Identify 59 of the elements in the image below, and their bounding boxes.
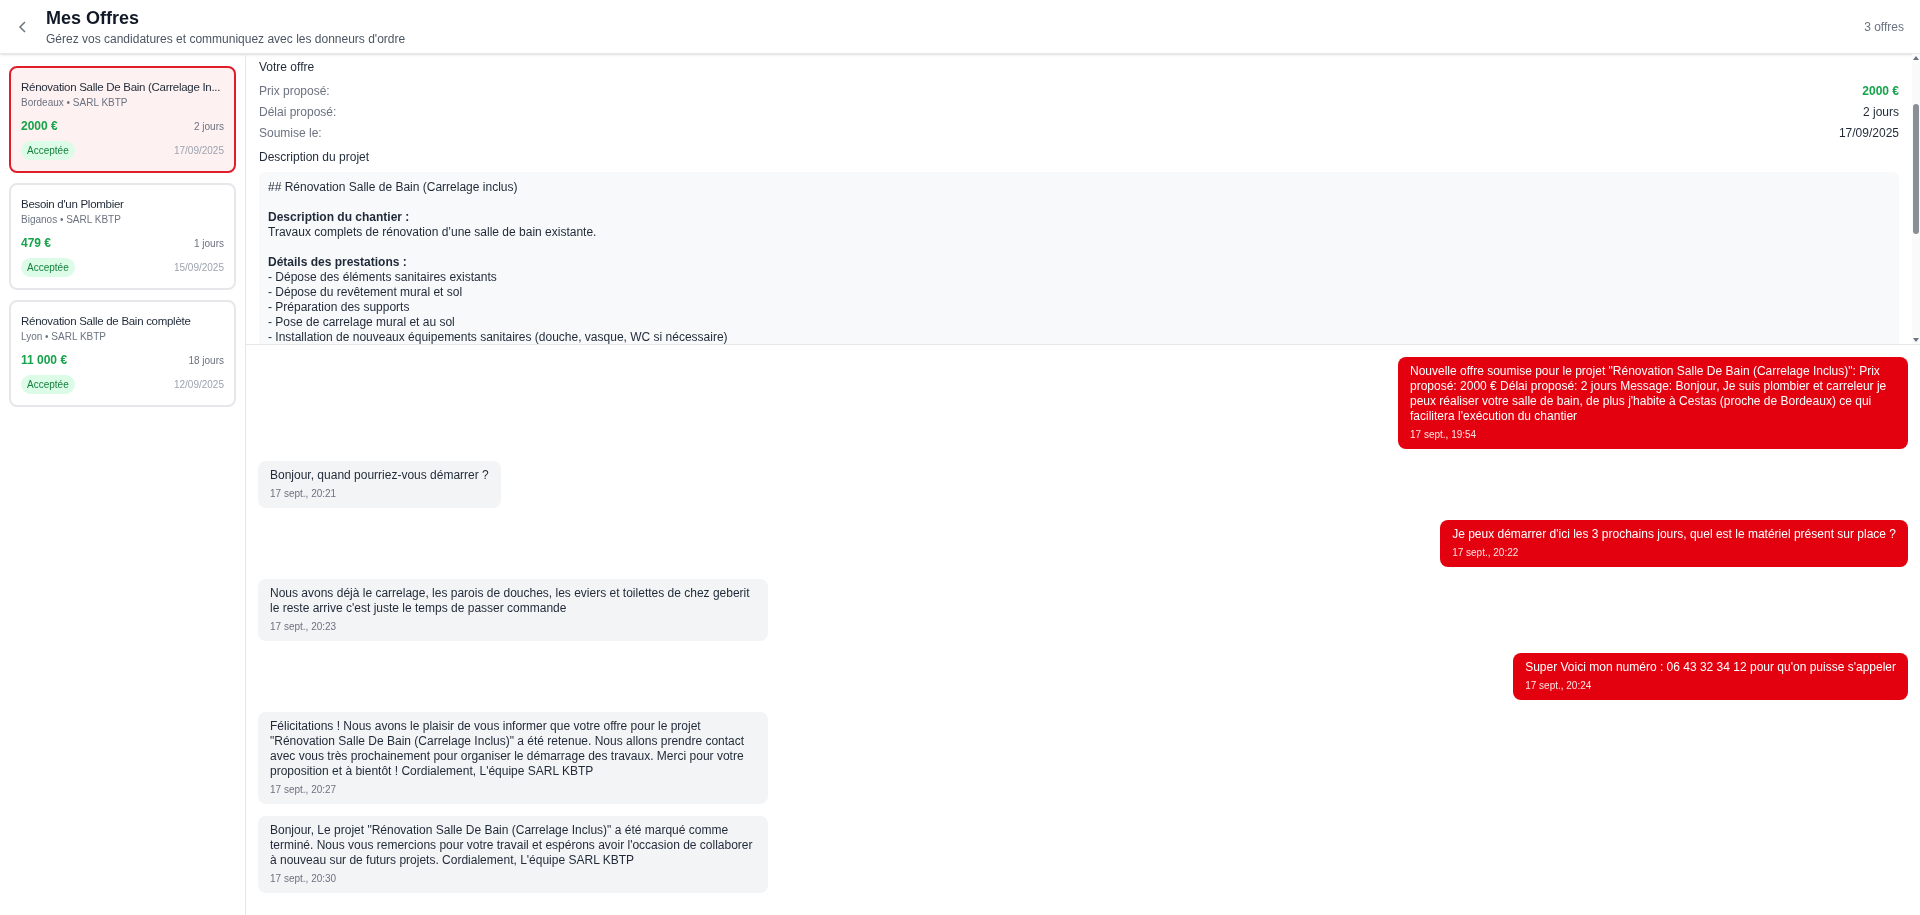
description-line: - Dépose des éléments sanitaires existants bbox=[268, 270, 498, 285]
offer-price: 11 000 € bbox=[21, 352, 68, 369]
status-badge: Acceptée bbox=[21, 258, 75, 277]
message-time: 17 sept., 20:22 bbox=[1452, 546, 1520, 560]
offer-card[interactable]: Rénovation Salle De Bain (Carrelage In... Bordeaux • SARL KBTP 2000 € 2 jours Acceptée 17/09/2025 bbox=[9, 66, 236, 173]
description-line: Description du chantier : bbox=[268, 210, 411, 225]
field-label: Soumise le: bbox=[259, 125, 322, 142]
field-label: Délai proposé: bbox=[259, 104, 337, 121]
field-label: Prix proposé: bbox=[259, 83, 330, 100]
page-title: Mes Offres bbox=[46, 6, 141, 30]
offer-card[interactable]: Rénovation Salle de Bain complète Lyon • SARL KBTP 11 000 € 18 jours Acceptée 12/09/2025 bbox=[9, 300, 236, 407]
scrollbar[interactable] bbox=[1912, 54, 1920, 344]
description-line: Travaux complets de rénovation d’une salle de bain existante. bbox=[268, 225, 598, 240]
offer-title: Rénovation Salle de Bain complète bbox=[21, 314, 192, 329]
offer-duration: 1 jours bbox=[194, 236, 224, 251]
message-time: 17 sept., 19:54 bbox=[1410, 428, 1478, 442]
offer-price: 479 € bbox=[21, 235, 52, 252]
description-line: Détails des prestations : bbox=[268, 255, 408, 270]
message-time: 17 sept., 20:24 bbox=[1525, 679, 1593, 693]
status-badge: Acceptée bbox=[21, 375, 75, 394]
offer-meta: Lyon • SARL KBTP bbox=[21, 330, 108, 344]
description-line: - Installation de nouveaux équipements sanitaires (douche, vasque, WC si nécessaire) bbox=[268, 330, 729, 344]
offer-price: 2000 € bbox=[21, 118, 58, 135]
message-time: 17 sept., 20:30 bbox=[270, 872, 338, 886]
description-line: - Préparation des supports bbox=[268, 300, 411, 315]
offer-title: Besoin d'un Plombier bbox=[21, 197, 125, 212]
offer-count: 3 offres bbox=[1864, 18, 1904, 36]
offer-meta: Biganos • SARL KBTP bbox=[21, 213, 122, 227]
field-value: 2000 € bbox=[1862, 83, 1899, 100]
section-heading: Description du projet bbox=[259, 149, 371, 166]
field-value: 2 jours bbox=[1862, 104, 1899, 121]
message-text: Super Voici mon numéro : 06 43 32 34 12 pour qu'on puisse s'appeler bbox=[1525, 660, 1896, 675]
message-text: Félicitations ! Nous avons le plaisir de vous informer que votre offre pour le projet "Rénovation Salle De Bain (Carrelage Inclus)" a été retenue. Nous allons prendre contact avec vous très prochainement pour organiser le démarrage des travaux. Merci pour votre proposition et à bientôt ! Cordialement, L'équipe SARL KBTP bbox=[270, 719, 746, 779]
message-time: 17 sept., 20:21 bbox=[270, 487, 338, 501]
offer-date: 17/09/2025 bbox=[173, 144, 224, 158]
section-heading: Votre offre bbox=[259, 59, 316, 76]
description-line: - Pose de carrelage mural et au sol bbox=[268, 315, 456, 330]
offer-duration: 18 jours bbox=[188, 353, 224, 368]
status-badge: Acceptée bbox=[21, 141, 75, 160]
message-time: 17 sept., 20:23 bbox=[270, 620, 338, 634]
description-line: - Dépose du revêtement mural et sol bbox=[268, 285, 464, 300]
description-line: ## Rénovation Salle de Bain (Carrelage inclus) bbox=[268, 180, 519, 195]
offer-card[interactable]: Besoin d'un Plombier Biganos • SARL KBTP 479 € 1 jours Acceptée 15/09/2025 bbox=[9, 183, 236, 290]
offer-meta: Bordeaux • SARL KBTP bbox=[21, 96, 129, 110]
field-value: 17/09/2025 bbox=[1838, 125, 1899, 142]
scroll-up-icon[interactable] bbox=[1913, 56, 1919, 60]
message-text: Nouvelle offre soumise pour le projet "Rénovation Salle De Bain (Carrelage Inclus)": Prix proposé: 2000 € Délai proposé: 2 jours Message: Bonjour, Je suis plombier et carreleur je peux réaliser votre salle de bain, de plus j'habite à Cestas (proche de Bordeaux) ce qui facilitera l'exécution du chantier bbox=[1410, 364, 1888, 424]
message-text: Bonjour, Le projet "Rénovation Salle De Bain (Carrelage Inclus)" a été marqué comme terminé. Nous vous remercions pour votre travail et espérons avoir l'occasion de collaborer à nouveau sur de futurs projets. Cordialement, L'équipe SARL KBTP bbox=[270, 823, 754, 868]
page-subtitle: Gérez vos candidatures et communiquez avec les donneurs d'ordre bbox=[46, 30, 407, 48]
offer-date: 15/09/2025 bbox=[173, 261, 224, 275]
scroll-down-icon[interactable] bbox=[1913, 338, 1919, 342]
offer-title: Rénovation Salle De Bain (Carrelage In... bbox=[21, 80, 222, 95]
scrollbar-thumb[interactable] bbox=[1913, 104, 1919, 234]
message-text: Nous avons déjà le carrelage, les parois de douches, les eviers et toilettes de chez geberit le reste arrive c'est juste le temps de passer commande bbox=[270, 586, 751, 616]
offer-date: 12/09/2025 bbox=[173, 378, 224, 392]
message-text: Bonjour, quand pourriez-vous démarrer ? bbox=[270, 468, 489, 483]
message-text: Je peux démarrer d'ici les 3 prochains jours, quel est le matériel présent sur place ? bbox=[1452, 527, 1896, 542]
offer-duration: 2 jours bbox=[194, 119, 224, 134]
message-time: 17 sept., 20:27 bbox=[270, 783, 338, 797]
